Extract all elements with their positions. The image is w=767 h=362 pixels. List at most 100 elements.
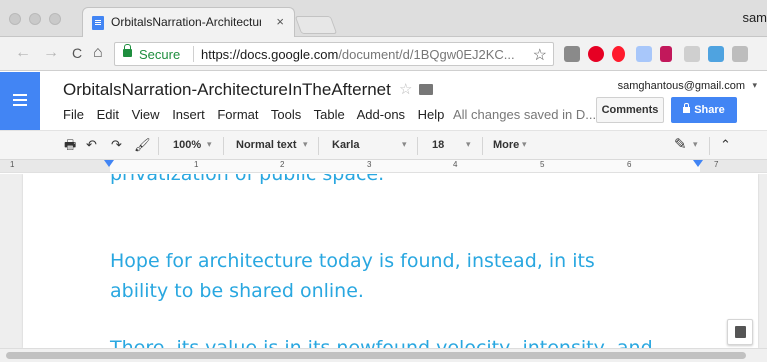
ruler-number: 7	[714, 160, 719, 169]
document-canvas: privatization of public space. Hope for …	[0, 174, 767, 348]
menu-edit[interactable]: Edit	[97, 107, 119, 122]
bookmark-star-icon[interactable]: ☆	[533, 45, 547, 65]
photo-icon[interactable]	[708, 46, 724, 62]
ruler-number: 5	[540, 160, 545, 169]
zoom-caret-icon[interactable]: ▾	[207, 139, 212, 150]
toolbar-divider	[709, 137, 710, 155]
scrollbar-thumb[interactable]	[6, 352, 746, 359]
menu-table[interactable]: Table	[314, 107, 345, 122]
forward-button[interactable]: →	[43, 45, 59, 61]
undo-icon[interactable]: ↶	[86, 137, 97, 153]
docs-home-icon[interactable]	[0, 72, 40, 130]
collapse-menus-icon[interactable]: ⌃	[720, 137, 731, 153]
left-indent-marker[interactable]	[104, 160, 114, 167]
account-email[interactable]: samghantous@gmail.com	[618, 80, 745, 92]
editing-mode-pen-icon[interactable]: ✎	[674, 137, 687, 153]
ruler-number: 1	[194, 160, 199, 169]
share-label: Share	[694, 104, 725, 116]
formatting-toolbar: 🖶 ↶ ↷ 🖌 100% ▾ Normal text ▾ Karla ▾ 18 …	[0, 130, 767, 160]
pinterest-icon[interactable]	[588, 46, 604, 62]
star-icon[interactable]: ☆	[399, 80, 412, 98]
docs-header: OrbitalsNarration-ArchitectureInTheAfter…	[0, 72, 767, 130]
url-host: https://docs.google.com	[201, 47, 339, 62]
lock-icon	[123, 44, 132, 57]
menu-insert[interactable]: Insert	[172, 107, 205, 122]
ruler-number: 2	[280, 160, 285, 169]
reload-button[interactable]: C	[72, 45, 82, 61]
chart-icon[interactable]	[660, 46, 672, 62]
browser-toolbar: ← → C ⌂ Secure https://docs.google.com/d…	[0, 37, 767, 71]
drive-icon[interactable]	[684, 46, 700, 62]
toolbar-divider	[158, 137, 159, 155]
more-button[interactable]: More	[493, 139, 519, 151]
account-caret-icon[interactable]: ▾	[752, 80, 757, 91]
font-size-select[interactable]: 18	[432, 139, 444, 151]
docs-favicon-icon	[92, 16, 104, 30]
font-size-caret-icon[interactable]: ▾	[466, 139, 471, 150]
menu-format[interactable]: Format	[217, 107, 258, 122]
style-select[interactable]: Normal text	[236, 139, 297, 151]
opera-icon[interactable]	[612, 46, 625, 62]
home-button[interactable]: ⌂	[93, 45, 103, 61]
ruler-right-margin	[700, 160, 767, 172]
toolbar-divider	[318, 137, 319, 155]
right-indent-marker[interactable]	[693, 160, 703, 167]
url-divider	[193, 46, 194, 62]
profile-name[interactable]: sam	[742, 10, 767, 25]
ruler[interactable]: 1 1 2 3 4 5 6 7	[0, 160, 767, 173]
menu-bar: File Edit View Insert Format Tools Table…	[63, 107, 453, 122]
secure-label: Secure	[139, 47, 181, 62]
zoom-select[interactable]: 100%	[173, 139, 201, 151]
paragraph-line[interactable]: ability to be shared online.	[110, 277, 364, 305]
menu-help[interactable]: Help	[418, 107, 445, 122]
explore-button[interactable]	[727, 319, 753, 345]
comments-button[interactable]: Comments	[596, 97, 664, 123]
folder-icon[interactable]	[419, 84, 433, 95]
tab-strip: OrbitalsNarration-Architecture × sam	[0, 0, 767, 37]
font-select[interactable]: Karla	[332, 139, 360, 151]
ruler-number: 1	[10, 160, 15, 169]
tab-title: OrbitalsNarration-Architecture	[111, 15, 261, 29]
address-bar[interactable]: Secure https://docs.google.com/document/…	[114, 42, 554, 66]
camera-icon[interactable]	[732, 46, 748, 62]
paragraph-line[interactable]: There, its value is in its newfound velo…	[110, 334, 653, 348]
back-button[interactable]: ←	[15, 45, 31, 61]
share-lock-icon	[683, 103, 691, 113]
browser-tab[interactable]: OrbitalsNarration-Architecture ×	[82, 7, 295, 37]
docs-icon[interactable]	[636, 46, 652, 62]
ruler-number: 6	[627, 160, 632, 169]
editing-mode-caret-icon[interactable]: ▾	[693, 139, 698, 150]
tab-close-icon[interactable]: ×	[276, 14, 284, 29]
toolbar-divider	[482, 137, 483, 155]
close-window-button[interactable]	[9, 13, 21, 25]
redo-icon[interactable]: ↷	[111, 137, 122, 153]
paragraph-line[interactable]: privatization of public space.	[110, 174, 384, 188]
zoom-window-button[interactable]	[49, 13, 61, 25]
style-caret-icon[interactable]: ▾	[303, 139, 308, 150]
document-page[interactable]: privatization of public space. Hope for …	[23, 174, 758, 348]
print-icon[interactable]: 🖶	[64, 137, 76, 153]
extension-icon[interactable]	[564, 46, 580, 62]
more-caret-icon[interactable]: ▾	[522, 139, 527, 150]
horizontal-scrollbar[interactable]	[0, 348, 767, 362]
paint-format-icon[interactable]: 🖌	[134, 137, 151, 153]
url-text[interactable]: https://docs.google.com/document/d/1BQgw…	[201, 47, 515, 62]
share-button[interactable]: Share	[671, 97, 737, 123]
ruler-number: 3	[367, 160, 372, 169]
url-path: /document/d/1BQgw0EJ2KC...	[338, 47, 515, 62]
font-caret-icon[interactable]: ▾	[402, 139, 407, 150]
ruler-number: 4	[453, 160, 458, 169]
save-status[interactable]: All changes saved in D...	[453, 107, 596, 122]
menu-tools[interactable]: Tools	[271, 107, 301, 122]
explore-icon	[735, 326, 746, 338]
paragraph-line[interactable]: Hope for architecture today is found, in…	[110, 247, 595, 275]
new-tab-button[interactable]	[294, 16, 338, 34]
minimize-window-button[interactable]	[29, 13, 41, 25]
document-title[interactable]: OrbitalsNarration-ArchitectureInTheAfter…	[63, 80, 391, 100]
menu-addons[interactable]: Add-ons	[357, 107, 405, 122]
menu-file[interactable]: File	[63, 107, 84, 122]
menu-view[interactable]: View	[132, 107, 160, 122]
browser-window: OrbitalsNarration-Architecture × sam ← →…	[0, 0, 767, 362]
ruler-left-margin	[0, 160, 110, 172]
toolbar-divider	[417, 137, 418, 155]
